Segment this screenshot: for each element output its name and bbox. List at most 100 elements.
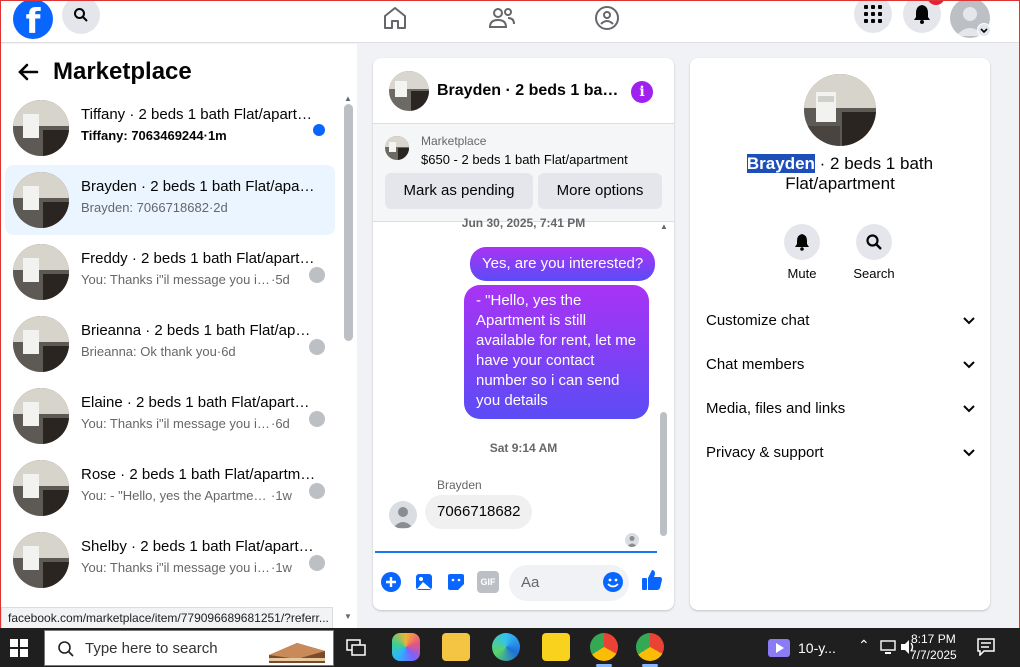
last-message: You: Thanks i"il message you in ...: [81, 416, 271, 431]
tray-chevron-icon[interactable]: ⌃: [858, 637, 870, 654]
search-in-chat-button[interactable]: [856, 224, 892, 260]
listing-thumbnail-small[interactable]: [385, 136, 409, 160]
outgoing-message[interactable]: Yes, are you interested?: [470, 247, 656, 281]
search-button[interactable]: [62, 1, 100, 34]
message-timestamp: Sat 9:14 AM: [489, 441, 558, 455]
kitchen-photo-icon: [13, 316, 69, 372]
last-message: Tiffany: 7063469244: [81, 128, 204, 143]
media-play-icon[interactable]: [768, 639, 790, 657]
account-menu-chevron[interactable]: [977, 23, 991, 37]
emoji-icon[interactable]: [602, 571, 624, 593]
more-options-button[interactable]: More options: [538, 173, 662, 209]
search-action[interactable]: Search: [844, 224, 904, 281]
marketplace-label: Marketplace: [421, 134, 487, 148]
scrollbar-thumb[interactable]: [344, 104, 353, 341]
chat-info-panel: Brayden · 2 beds 1 bath Flat/apartment M…: [690, 58, 990, 610]
chrome-app-icon[interactable]: [636, 633, 664, 661]
task-view-icon[interactable]: [346, 639, 366, 657]
listing-thumbnail: [13, 172, 69, 228]
listing-photo[interactable]: [804, 74, 876, 146]
listing-thumbnail[interactable]: [389, 71, 429, 111]
grid-menu-icon: [864, 5, 882, 23]
seen-avatar: [309, 267, 325, 283]
sticker-icon[interactable]: [445, 571, 467, 593]
chevron-down-icon: [980, 28, 988, 34]
info-button[interactable]: i: [631, 81, 653, 103]
menu-button[interactable]: [854, 1, 892, 33]
taskbar-search-placeholder: Type here to search: [85, 640, 218, 657]
scroll-down-arrow[interactable]: ▼: [344, 612, 352, 621]
conversation-item[interactable]: Shelby · 2 beds 1 bath Flat/apartment You…: [5, 525, 335, 595]
selected-text: Brayden: [746, 154, 815, 173]
chat-title[interactable]: Brayden · 2 beds 1 bath Flat/apartment: [437, 82, 619, 100]
message-time: ·2d: [208, 200, 228, 215]
mark-as-pending-button[interactable]: Mark as pending: [385, 173, 533, 209]
info-section-row[interactable]: Chat members: [706, 350, 976, 380]
status-url: facebook.com/marketplace/item/7790966896…: [1, 607, 333, 628]
copilot-app-icon[interactable]: [392, 633, 420, 661]
thumbs-up-icon[interactable]: [640, 568, 664, 592]
sender-name: Brayden: [437, 478, 482, 492]
last-message: You: - "Hello, yes the Apartment is ...: [81, 488, 271, 503]
info-section-label: Media, files and links: [706, 400, 846, 417]
conversation-item[interactable]: Tiffany · 2 beds 1 bath Flat/apartment Ti…: [5, 93, 335, 163]
sender-avatar[interactable]: [389, 501, 417, 529]
listing-thumbnail: [13, 100, 69, 156]
chrome-profile-icon[interactable]: [590, 633, 618, 661]
friends-tab[interactable]: [487, 3, 517, 33]
conversation-item[interactable]: Brayden · 2 beds 1 bath Flat/apartment Br…: [5, 165, 335, 235]
info-section-label: Chat members: [706, 356, 805, 373]
groups-icon: [595, 6, 619, 30]
scroll-up-arrow[interactable]: ▲: [660, 222, 668, 231]
gif-button[interactable]: GIF: [477, 571, 499, 593]
conversation-item[interactable]: Brieanna · 2 beds 1 bath Flat/apartment B…: [5, 309, 335, 379]
info-section-row[interactable]: Media, files and links: [706, 394, 976, 424]
conversation-item[interactable]: Elaine · 2 beds 1 bath Flat/apartment You…: [5, 381, 335, 451]
listing-price[interactable]: $650 - 2 beds 1 bath Flat/apartment: [421, 152, 628, 167]
listing-thumbnail: [13, 316, 69, 372]
conversation-item[interactable]: Rose · 2 beds 1 bath Flat/apartment You: …: [5, 453, 335, 523]
plus-circle-icon[interactable]: [380, 571, 402, 593]
listing-thumbnail: [13, 388, 69, 444]
info-section-row[interactable]: Privacy & support: [706, 438, 976, 468]
system-clock[interactable]: 8:17 PM 7/7/2025: [910, 631, 957, 663]
taskbar-search[interactable]: Type here to search: [44, 630, 334, 666]
message-time: ·6d: [271, 416, 290, 431]
back-arrow-icon[interactable]: [17, 63, 39, 81]
home-tab[interactable]: [380, 3, 410, 33]
media-title[interactable]: 10-y...: [798, 640, 836, 656]
incoming-message[interactable]: 7066718682: [425, 495, 533, 529]
conversation-preview: You: Thanks i"il message you in ... ·1w: [81, 560, 311, 575]
edge-browser-icon[interactable]: [492, 633, 520, 661]
scroll-up-arrow[interactable]: ▲: [344, 94, 352, 103]
scrollbar-thumb[interactable]: [660, 412, 667, 536]
last-message: You: Thanks i"il message you in ...: [81, 560, 271, 575]
outgoing-message[interactable]: - "Hello, yes the Apartment is still ava…: [464, 285, 649, 419]
panel-header: Marketplace: [17, 58, 192, 86]
browser-page: f 5 Marketplace Tiff: [0, 0, 1020, 628]
default-avatar-icon: [627, 536, 637, 547]
mute-button[interactable]: [784, 224, 820, 260]
chat-scrollbar[interactable]: ▲: [660, 222, 668, 536]
notifications-button[interactable]: 5: [903, 1, 945, 33]
kitchen-photo-icon: [13, 532, 69, 588]
message-time: ·5d: [271, 272, 290, 287]
top-navigation: f 5: [1, 1, 1019, 43]
kitchen-photo-icon: [385, 136, 409, 160]
info-section-row[interactable]: Customize chat: [706, 306, 976, 336]
sticky-notes-icon[interactable]: [542, 633, 570, 661]
facebook-logo[interactable]: f: [13, 1, 53, 42]
groups-tab[interactable]: [592, 3, 622, 33]
photo-icon[interactable]: [413, 571, 435, 593]
kitchen-photo-icon: [804, 74, 876, 146]
windows-start-icon[interactable]: [10, 639, 28, 657]
home-icon: [384, 7, 406, 29]
chevron-down-icon: [963, 361, 975, 369]
conversation-title: Brieanna · 2 beds 1 bath Flat/apartment: [81, 322, 317, 339]
mute-action[interactable]: Mute: [772, 224, 832, 281]
network-icon[interactable]: [879, 639, 897, 655]
notification-center-icon[interactable]: [977, 638, 995, 656]
file-explorer-icon[interactable]: [442, 633, 470, 661]
conversation-item[interactable]: Freddy · 2 beds 1 bath Flat/apartment You…: [5, 237, 335, 307]
clock-time: 8:17 PM: [911, 632, 956, 646]
